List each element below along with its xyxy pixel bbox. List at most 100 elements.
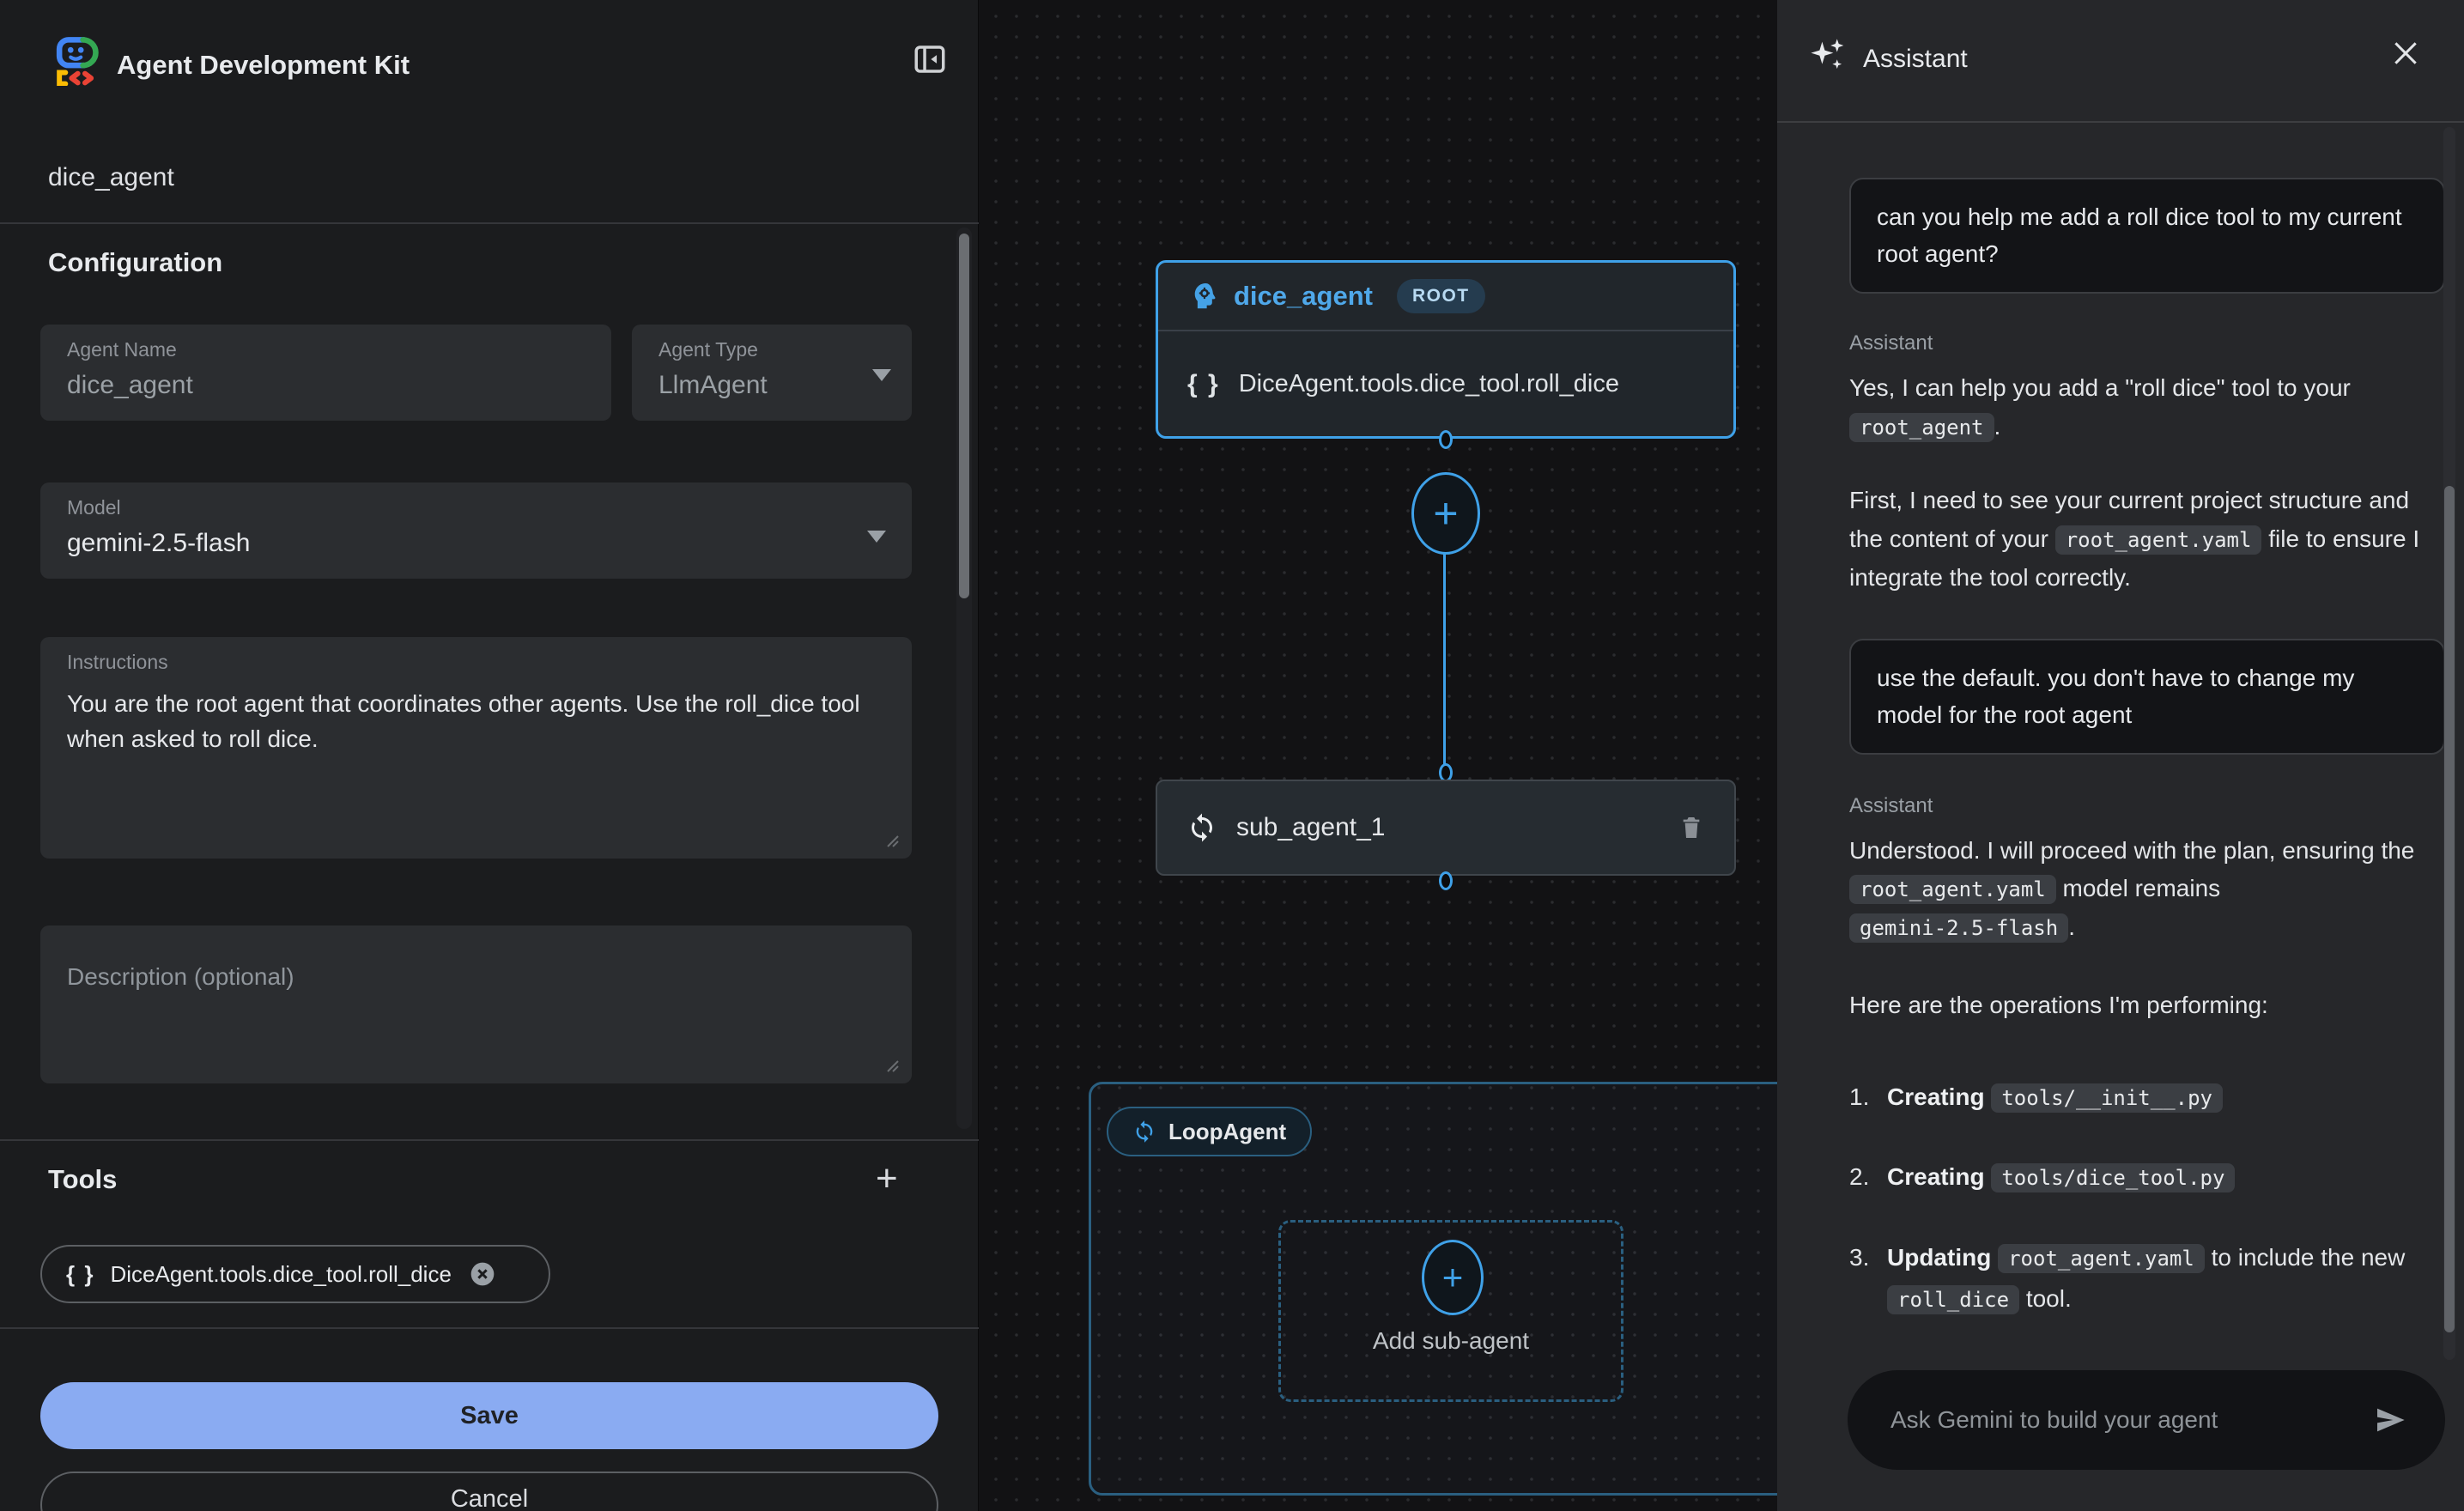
inline-code: root_agent	[1849, 413, 1994, 442]
message-text: to include the new	[2205, 1244, 2406, 1271]
operation-verb: Creating	[1887, 1083, 1985, 1110]
app-title: Agent Development Kit	[117, 50, 410, 81]
close-icon[interactable]	[2388, 36, 2423, 70]
operation-item: 1. Creating tools/__init__.py	[1849, 1077, 2445, 1118]
resize-handle-icon[interactable]	[883, 831, 900, 848]
operations-list: 1. Creating tools/__init__.py 2. Creatin…	[1849, 1077, 2445, 1319]
operation-item: 3. Updating root_agent.yaml to include t…	[1849, 1237, 2445, 1319]
send-icon[interactable]	[2373, 1403, 2407, 1437]
assistant-message: Here are the operations I'm performing:	[1849, 986, 2445, 1025]
agent-name-value: dice_agent	[67, 371, 193, 400]
sidebar-scrollbar-thumb[interactable]	[959, 234, 969, 598]
loop-agent-badge[interactable]: LoopAgent	[1107, 1107, 1312, 1156]
agent-type-label: Agent Type	[658, 338, 758, 361]
inline-code: tools/__init__.py	[1991, 1083, 2223, 1113]
code-braces-icon: { }	[1187, 370, 1220, 399]
chat-transcript: can you help me add a roll dice tool to …	[1849, 123, 2445, 1368]
config-sidebar: Agent Development Kit dice_agent Configu…	[0, 0, 979, 1511]
chevron-down-icon	[867, 531, 886, 543]
inline-code: gemini-2.5-flash	[1849, 913, 2068, 943]
divider	[0, 222, 979, 224]
sub-node-name: sub_agent_1	[1236, 813, 1659, 842]
root-node-name: dice_agent	[1234, 281, 1373, 312]
assistant-panel: Assistant can you help me add a roll dic…	[1777, 0, 2464, 1511]
assistant-message: Understood. I will proceed with the plan…	[1849, 832, 2445, 947]
add-sub-agent-button[interactable]: +	[1422, 1240, 1484, 1315]
psychology-head-icon	[1187, 280, 1220, 313]
connector-dot[interactable]	[1439, 871, 1453, 890]
assistant-message: Yes, I can help you add a "roll dice" to…	[1849, 369, 2445, 446]
root-agent-node[interactable]: dice_agent ROOT { } DiceAgent.tools.dice…	[1156, 260, 1736, 439]
assistant-message: First, I need to see your current projec…	[1849, 482, 2445, 597]
agent-graph-canvas[interactable]: dice_agent ROOT { } DiceAgent.tools.dice…	[980, 0, 1777, 1511]
add-sub-agent-dropzone[interactable]: + Add sub-agent	[1278, 1220, 1623, 1402]
root-agent-node-header[interactable]: dice_agent ROOT	[1158, 263, 1733, 331]
inline-code: root_agent.yaml	[2055, 525, 2262, 555]
app-window: Agent Development Kit dice_agent Configu…	[0, 0, 2464, 1511]
user-message: use the default. you don't have to chang…	[1849, 639, 2445, 755]
agent-type-value: LlmAgent	[658, 371, 768, 400]
add-tool-button[interactable]: +	[876, 1157, 898, 1200]
message-text: model remains	[2056, 875, 2220, 901]
list-number: 2.	[1849, 1156, 1887, 1198]
model-value: gemini-2.5-flash	[67, 529, 250, 558]
message-text: Yes, I can help you add a "roll dice" to…	[1849, 374, 2351, 401]
tool-chip[interactable]: { } DiceAgent.tools.dice_tool.roll_dice	[40, 1245, 550, 1303]
list-number: 3.	[1849, 1237, 1887, 1319]
collapse-panel-icon[interactable]	[912, 41, 948, 77]
inline-code: tools/dice_tool.py	[1991, 1163, 2235, 1192]
loop-icon	[1186, 812, 1217, 843]
remove-tool-icon[interactable]	[469, 1260, 496, 1288]
instructions-label: Instructions	[67, 651, 168, 674]
model-select[interactable]: Model gemini-2.5-flash	[40, 482, 912, 579]
operation-item: 2. Creating tools/dice_tool.py	[1849, 1156, 2445, 1198]
model-label: Model	[67, 496, 121, 519]
instructions-textarea[interactable]: Instructions You are the root agent that…	[40, 637, 912, 859]
message-text	[1991, 1244, 1998, 1271]
tools-heading: Tools	[48, 1164, 117, 1195]
delete-trash-icon[interactable]	[1678, 814, 1705, 841]
assistant-title: Assistant	[1863, 45, 1968, 74]
root-node-tool-label: DiceAgent.tools.dice_tool.roll_dice	[1239, 370, 1619, 398]
inline-code: root_agent.yaml	[1998, 1244, 2205, 1273]
agent-name-label: Agent Name	[67, 338, 177, 361]
message-text: .	[2068, 913, 2075, 940]
agent-name-field[interactable]: Agent Name dice_agent	[40, 325, 611, 421]
configuration-heading: Configuration	[48, 247, 222, 278]
description-placeholder: Description (optional)	[67, 963, 294, 991]
assistant-role-label: Assistant	[1849, 331, 2445, 355]
loop-badge-label: LoopAgent	[1168, 1119, 1286, 1145]
resize-handle-icon[interactable]	[883, 1056, 900, 1073]
connector-dot[interactable]	[1439, 430, 1453, 449]
inline-code: root_agent.yaml	[1849, 875, 2056, 904]
root-badge: ROOT	[1397, 279, 1485, 313]
assistant-header: Assistant	[1777, 0, 2464, 123]
add-node-button[interactable]: +	[1411, 472, 1480, 555]
description-textarea[interactable]: Description (optional)	[40, 925, 912, 1083]
chat-input[interactable]	[1848, 1405, 2373, 1435]
chevron-down-icon	[872, 369, 891, 381]
operation-verb: Updating	[1887, 1244, 1991, 1271]
loop-icon	[1132, 1120, 1156, 1144]
tool-chip-label: DiceAgent.tools.dice_tool.roll_dice	[110, 1261, 451, 1288]
divider	[0, 1327, 979, 1329]
list-number: 1.	[1849, 1077, 1887, 1118]
message-text: .	[1994, 413, 2001, 440]
code-braces-icon: { }	[66, 1261, 94, 1288]
loop-agent-group[interactable]: LoopAgent + Add sub-agent	[1089, 1082, 1777, 1496]
chat-scrollbar-thumb[interactable]	[2444, 486, 2455, 1332]
inline-code: roll_dice	[1887, 1285, 2019, 1314]
sub-agent-node[interactable]: sub_agent_1	[1156, 780, 1736, 876]
agent-type-select[interactable]: Agent Type LlmAgent	[632, 325, 912, 421]
divider	[0, 1139, 979, 1141]
message-text: tool.	[2019, 1285, 2072, 1312]
instructions-value: You are the root agent that coordinates …	[67, 687, 870, 756]
edge-line	[1443, 554, 1446, 767]
chat-input-bar[interactable]	[1848, 1370, 2445, 1470]
root-node-tool-row[interactable]: { } DiceAgent.tools.dice_tool.roll_dice	[1158, 331, 1733, 437]
assistant-role-label: Assistant	[1849, 794, 2445, 818]
save-button[interactable]: Save	[40, 1382, 938, 1449]
cancel-button[interactable]: Cancel	[40, 1472, 938, 1511]
operation-verb: Creating	[1887, 1163, 1985, 1190]
gemini-sparkle-icon	[1806, 34, 1851, 79]
